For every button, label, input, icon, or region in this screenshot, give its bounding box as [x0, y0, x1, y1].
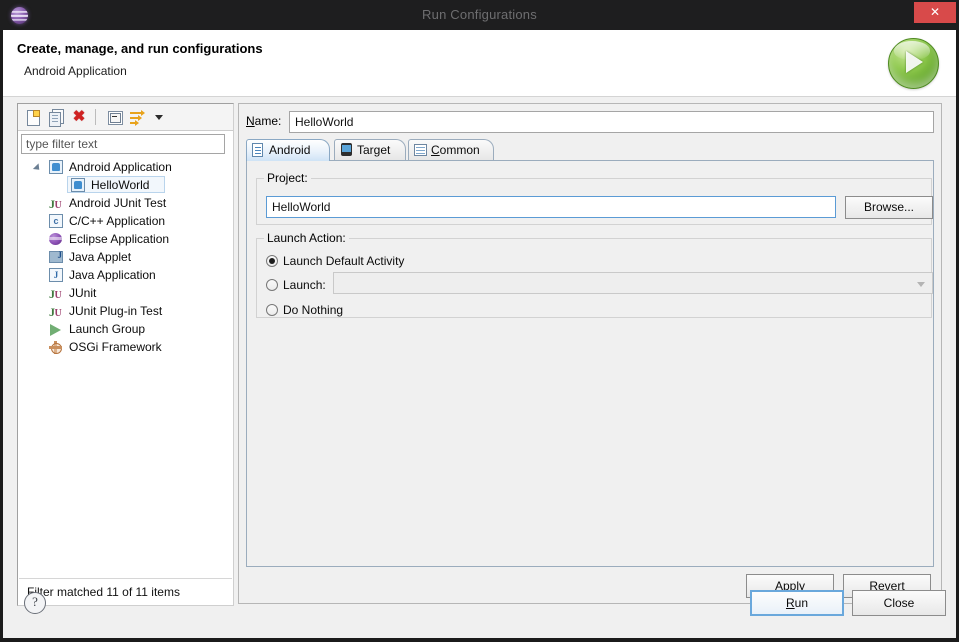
- java-application-icon: J: [49, 268, 64, 283]
- browse-button[interactable]: Browse...: [845, 196, 933, 219]
- tree-item-launch-group[interactable]: Launch Group: [19, 320, 230, 338]
- tree-item-label: Java Application: [69, 268, 156, 282]
- dialog-header: Create, manage, and run configurations A…: [3, 30, 956, 97]
- tree-item-junit[interactable]: JU JUnit: [19, 284, 230, 302]
- radio-button[interactable]: [266, 255, 278, 267]
- cpp-application-icon: c: [49, 214, 64, 229]
- android-tab-icon: [252, 143, 266, 157]
- tree-item-junit-plugin-test[interactable]: JU JUnit Plug-in Test: [19, 302, 230, 320]
- tree-item-label: Eclipse Application: [69, 232, 170, 246]
- launch-action-group: Launch Action: Launch Default Activity L…: [256, 231, 933, 318]
- launch-action-group-title: Launch Action:: [264, 231, 349, 245]
- tree-toolbar: ✖: [18, 104, 233, 131]
- launch-activity-combo[interactable]: [333, 272, 933, 294]
- configuration-tabs: Android Target Common: [246, 139, 934, 161]
- java-applet-icon: [49, 246, 64, 265]
- toolbar-menu-chevron-icon[interactable]: [151, 108, 169, 126]
- tree-item-label: HelloWorld: [91, 178, 150, 192]
- tree-item-label: Launch Group: [69, 322, 146, 336]
- tree-item-android-junit-test[interactable]: JU Android JUnit Test: [19, 194, 230, 212]
- tree-item-java-applet[interactable]: Java Applet: [19, 246, 230, 266]
- title-bar: Run Configurations ✕: [0, 0, 959, 30]
- tree-item-label: JUnit: [69, 286, 97, 300]
- android-config-icon: [71, 178, 86, 193]
- green-run-play-icon: [885, 35, 942, 92]
- page-subtitle: Android Application: [24, 64, 127, 78]
- tree-item-eclipse-application[interactable]: Eclipse Application: [19, 230, 230, 248]
- tree-item-c-cpp-application[interactable]: c C/C++ Application: [19, 212, 230, 230]
- project-group: Project: Browse...: [256, 171, 933, 225]
- tab-android[interactable]: Android: [246, 139, 330, 161]
- duplicate-configuration-icon[interactable]: [47, 108, 65, 127]
- android-tab-pane: Project: Browse... Launch Action: Launch…: [246, 160, 934, 567]
- close-button[interactable]: Close: [852, 590, 946, 616]
- osgi-framework-icon: [49, 340, 64, 355]
- android-junit-icon: JU: [49, 197, 62, 211]
- radio-label: Launch:: [283, 278, 326, 292]
- tab-label: Target: [357, 143, 391, 157]
- filter-status-text: Filter matched 11 of 11 items: [19, 578, 232, 604]
- junit-icon: JU: [49, 287, 62, 301]
- dialog-body: Create, manage, and run configurations A…: [3, 30, 956, 638]
- configuration-name-input[interactable]: [289, 111, 934, 133]
- tab-label: Common: [431, 143, 480, 157]
- common-grid-icon: [414, 143, 428, 157]
- tab-common[interactable]: Common: [408, 139, 494, 161]
- project-input[interactable]: [266, 196, 836, 218]
- eclipse-application-icon: [49, 232, 64, 247]
- window-close-button[interactable]: ✕: [914, 2, 956, 23]
- run-button[interactable]: Run: [750, 590, 844, 616]
- radio-button[interactable]: [266, 304, 278, 316]
- run-configurations-window: Run Configurations ✕ Create, manage, and…: [0, 0, 959, 642]
- configuration-editor-panel: Name: Android Target: [238, 103, 942, 604]
- expand-twisty-icon[interactable]: [32, 163, 43, 173]
- android-config-icon: [49, 160, 64, 175]
- configurations-tree[interactable]: Android Application HelloWorld JU Androi…: [19, 158, 230, 550]
- help-question-icon[interactable]: ?: [24, 592, 46, 614]
- tree-item-label: JUnit Plug-in Test: [69, 304, 163, 318]
- tree-item-osgi-framework[interactable]: OSGi Framework: [19, 338, 230, 356]
- tree-item-android-application[interactable]: Android Application: [19, 158, 230, 176]
- radio-button[interactable]: [266, 279, 278, 291]
- target-device-icon: [340, 143, 354, 157]
- new-launch-configuration-icon[interactable]: [24, 108, 42, 126]
- tree-item-label: C/C++ Application: [69, 214, 166, 228]
- tree-item-label: OSGi Framework: [69, 340, 162, 354]
- chevron-down-icon: [917, 282, 925, 287]
- tree-item-label: Java Applet: [69, 250, 132, 264]
- tree-item-label: Android Application: [69, 160, 172, 174]
- configurations-tree-panel: ✖ type filter text Android Application H…: [17, 103, 234, 606]
- radio-label: Launch Default Activity: [283, 254, 405, 268]
- filter-input[interactable]: [21, 134, 225, 154]
- tab-target[interactable]: Target: [334, 139, 406, 161]
- tree-item-java-application[interactable]: J Java Application: [19, 266, 230, 284]
- launch-group-icon: [49, 322, 64, 337]
- filter-configurations-icon[interactable]: [129, 108, 147, 126]
- delete-configuration-icon[interactable]: ✖: [70, 108, 88, 126]
- radio-label: Do Nothing: [283, 303, 344, 317]
- tab-label: Android: [269, 143, 311, 157]
- tree-item-label: Android JUnit Test: [69, 196, 167, 210]
- collapse-all-icon[interactable]: [106, 108, 124, 126]
- name-row: Name:: [246, 111, 934, 133]
- name-label: Name:: [246, 114, 282, 128]
- tree-item-helloworld[interactable]: HelloWorld: [19, 176, 230, 194]
- junit-plugin-test-icon: JU: [49, 305, 62, 319]
- window-title: Run Configurations: [422, 7, 537, 22]
- toolbar-separator: [95, 109, 96, 125]
- project-group-title: Project:: [264, 171, 311, 185]
- page-title: Create, manage, and run configurations: [17, 41, 263, 56]
